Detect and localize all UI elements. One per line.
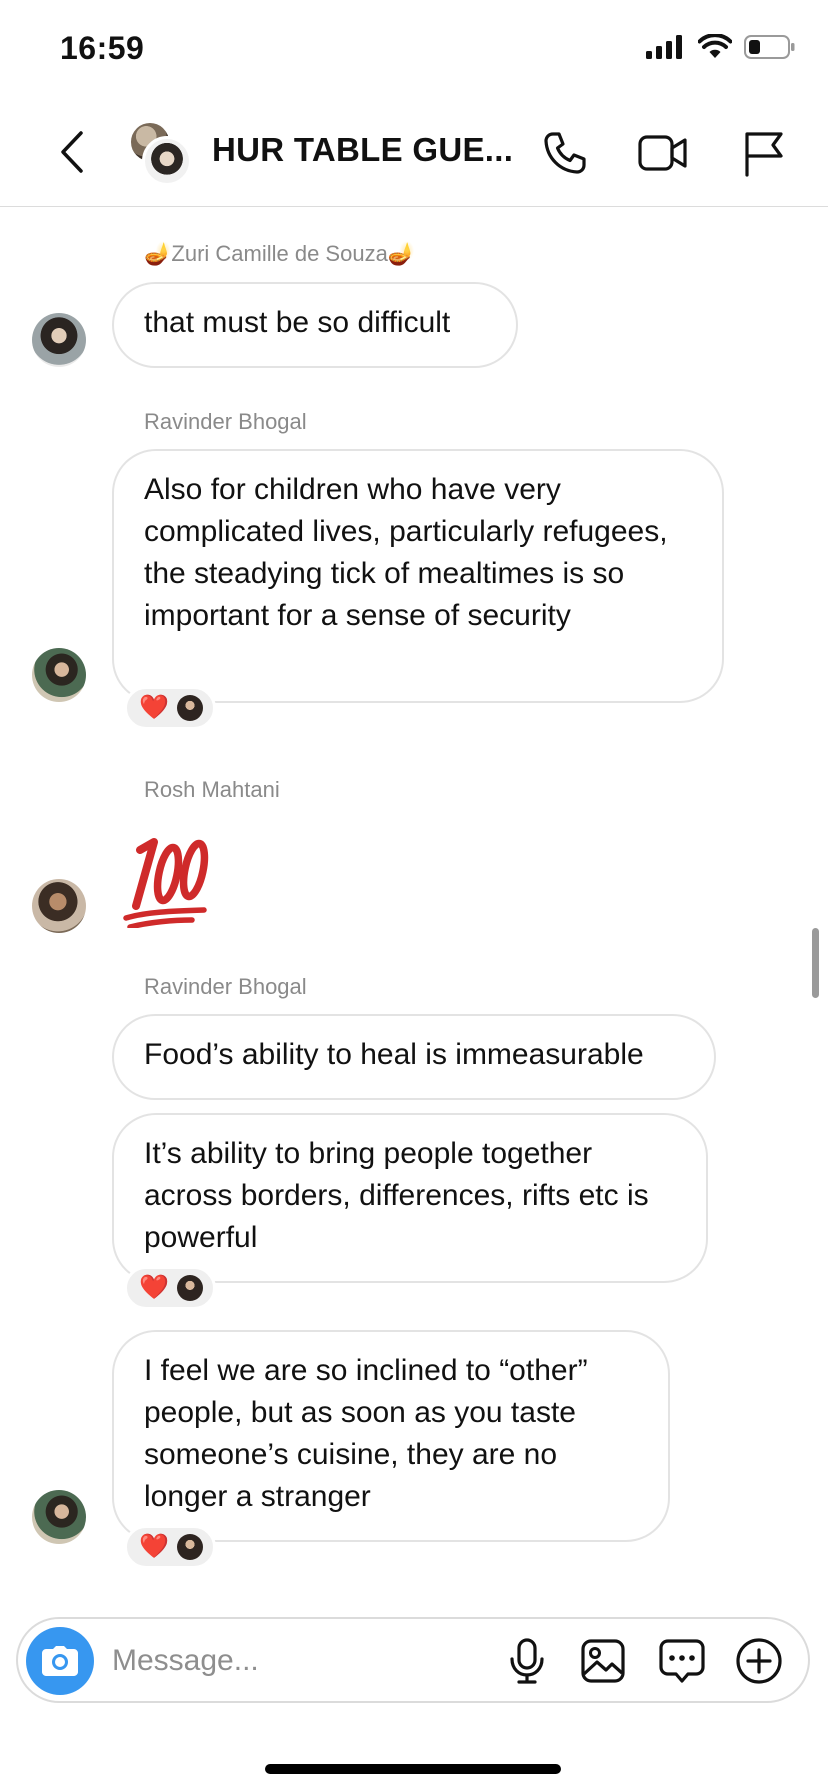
message-bubble[interactable]: Also for children who have very complica… (112, 449, 724, 703)
reaction-badge[interactable]: ❤️ (124, 1266, 216, 1310)
camera-icon (42, 1646, 78, 1676)
report-button[interactable] (736, 126, 790, 180)
message-input[interactable] (112, 1637, 412, 1685)
avatar[interactable] (32, 648, 86, 702)
camera-button[interactable] (26, 1627, 94, 1695)
message-bubble[interactable]: It’s ability to bring people together ac… (112, 1113, 708, 1283)
reactor-avatar (176, 1534, 203, 1560)
message-sender: Rosh Mahtani (144, 777, 280, 802)
avatar[interactable] (32, 313, 86, 367)
wifi-icon (698, 34, 732, 58)
image-icon (581, 1639, 625, 1683)
group-avatar-member-2 (142, 136, 192, 186)
heart-reaction-icon: ❤️ (139, 694, 169, 721)
reactor-avatar (176, 1275, 203, 1301)
cellular-signal-icon (646, 35, 682, 59)
message-bubble[interactable]: Food’s ability to heal is immeasurable (112, 1014, 716, 1100)
gallery-button[interactable] (576, 1634, 630, 1688)
flag-icon (745, 132, 783, 177)
reactor-avatar (176, 695, 203, 721)
status-bar: 16:59 (0, 0, 828, 100)
microphone-icon (510, 1638, 544, 1684)
status-icons (646, 34, 796, 60)
status-time: 16:59 (60, 30, 145, 66)
message-sender: Ravinder Bhogal (144, 409, 307, 434)
avatar[interactable] (32, 879, 86, 933)
message-composer (16, 1617, 810, 1703)
heart-reaction-icon: ❤️ (139, 1533, 169, 1560)
hundred-points-emoji[interactable] (122, 832, 212, 928)
group-avatar[interactable] (126, 118, 192, 186)
video-camera-icon (638, 135, 687, 171)
chat-header: HUR TABLE GUE... (0, 100, 828, 207)
message-bubble[interactable]: I feel we are so inclined to “other” peo… (112, 1330, 670, 1542)
chevron-left-icon (61, 131, 83, 173)
message-sender: Ravinder Bhogal (144, 974, 307, 999)
chat-bubble-dots-icon (659, 1639, 705, 1683)
reaction-badge[interactable]: ❤️ (124, 1525, 216, 1569)
home-indicator[interactable] (265, 1764, 561, 1774)
more-options-button[interactable] (732, 1634, 786, 1688)
voice-message-button[interactable] (500, 1634, 554, 1688)
back-button[interactable] (52, 128, 92, 176)
battery-icon (744, 35, 795, 59)
scrollbar[interactable] (812, 928, 819, 998)
message-bubble[interactable]: that must be so difficult (112, 282, 518, 368)
plus-circle-icon (736, 1638, 782, 1684)
video-call-button[interactable] (636, 126, 690, 180)
avatar[interactable] (32, 1490, 86, 1544)
heart-reaction-icon: ❤️ (139, 1274, 169, 1301)
phone-icon (544, 132, 586, 174)
message-sender: 🪔Zuri Camille de Souza🪔 (144, 241, 416, 266)
reaction-badge[interactable]: ❤️ (124, 686, 216, 730)
group-title[interactable]: HUR TABLE GUE... (212, 131, 513, 169)
sticker-button[interactable] (655, 1634, 709, 1688)
voice-call-button[interactable] (538, 126, 592, 180)
